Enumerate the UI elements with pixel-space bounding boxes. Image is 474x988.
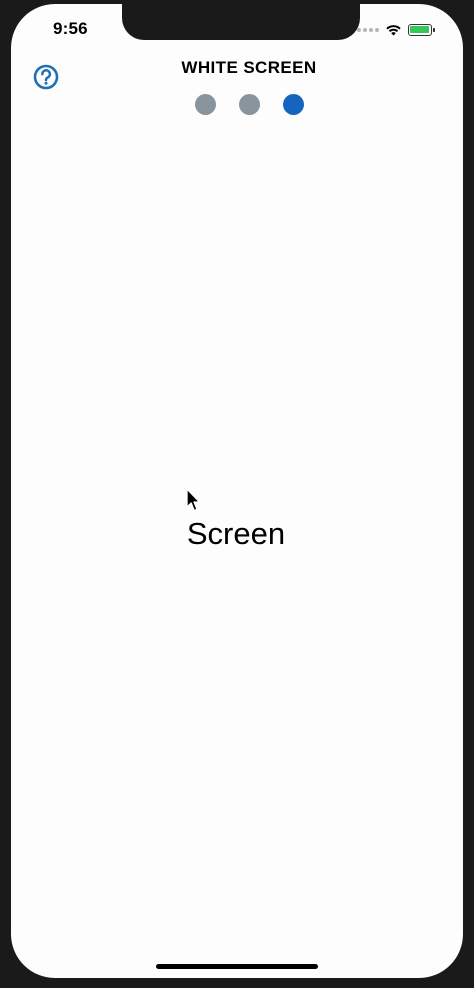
status-icons	[357, 23, 435, 36]
battery-charging-icon	[408, 23, 435, 36]
page-dot-2[interactable]	[239, 94, 260, 115]
wifi-icon	[386, 25, 401, 36]
mouse-pointer-icon	[186, 488, 201, 512]
status-time: 9:56	[53, 19, 88, 38]
page-indicator	[195, 94, 304, 115]
page-title: WHITE SCREEN	[181, 58, 317, 77]
home-indicator[interactable]	[156, 964, 318, 969]
page-dot-1[interactable]	[195, 94, 216, 115]
device-notch	[122, 4, 360, 40]
page-dot-3-active[interactable]	[283, 94, 304, 115]
screen-label: Screen	[186, 516, 286, 551]
device-frame: 9:56 WHITE SCREEN Screen	[0, 0, 474, 988]
app-screen: 9:56 WHITE SCREEN Screen	[11, 4, 463, 978]
cellular-signal-icon	[357, 27, 379, 32]
